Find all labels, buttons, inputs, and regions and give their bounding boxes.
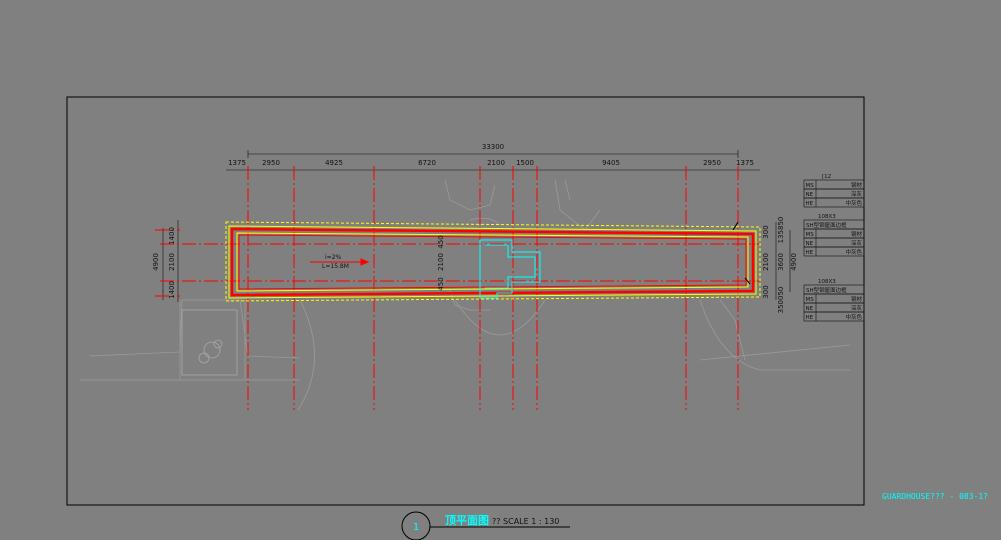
right-small-dimension: 135850: [777, 217, 785, 244]
top-dimension-label: 1375: [736, 159, 754, 167]
site-context-lines: [80, 179, 851, 411]
center-dimension: 450: [437, 235, 445, 248]
top-dimension-label: 4925: [325, 159, 343, 167]
legend-subheader: SH型钢屋面边框: [806, 221, 847, 229]
sheet-reference: GUARDHOUSE??? - 083-1?: [882, 492, 988, 501]
top-dimension-labels: 1375 2950 4925 6720 2100 1500 9405 2950 1375: [228, 159, 754, 167]
left-overall-dimension: 4900: [152, 253, 160, 271]
overall-dimension: 33300: [482, 143, 504, 151]
drawing-number: 1: [413, 522, 419, 533]
legend-value: 中灰色: [845, 248, 862, 256]
right-overall-dimension: 4900: [790, 253, 798, 271]
legend-value: 钢材: [851, 230, 863, 238]
legend-tables: [12MS 钢材NE 深灰HE 中灰色108X3SH型钢屋面边框MS 钢材NE 深灰HE 中…: [803, 174, 865, 322]
legend-table: 108X3SH型钢屋面边框 MS 钢材 NE 深灰 HE 中灰色: [803, 214, 865, 257]
legend-code: HE: [806, 250, 814, 256]
slope-length-label: L=15.8M: [322, 263, 349, 270]
right-dimension-segment: 300: [762, 225, 770, 238]
right-dimension-segment: 300: [762, 285, 770, 298]
right-small-dimension: 350050: [777, 287, 785, 314]
right-overall-dimension: 3600: [777, 253, 785, 271]
legend-value: 深灰: [851, 239, 863, 247]
legend-code: NE: [806, 306, 814, 312]
top-dimension-label: 2950: [703, 159, 721, 167]
roof-plan-drawing: i=2% L=15.8M 33300 1375 2950 4925 6720 2100 1…: [66, 96, 988, 540]
legend-value: 钢材: [851, 295, 863, 303]
left-dimension-segment: 1400: [168, 281, 176, 299]
top-dimension-label: 1500: [516, 159, 534, 167]
legend-value: 中灰色: [845, 199, 862, 207]
top-dimension-label: 2100: [487, 159, 505, 167]
top-dimension-label: 9405: [602, 159, 620, 167]
legend-value: 中灰色: [845, 313, 862, 321]
legend-code: NE: [806, 241, 814, 247]
tree-symbol-icon: [181, 309, 238, 376]
left-dimension-segment: 2100: [168, 253, 176, 271]
top-dimension-label: 6720: [418, 159, 436, 167]
legend-code: MS: [806, 232, 815, 238]
top-dimension-label: 2950: [262, 159, 280, 167]
legend-value: 钢材: [851, 181, 863, 189]
right-dimension-segment: 2100: [762, 253, 770, 271]
legend-header: [12: [822, 174, 831, 180]
left-dimension-segment: 1400: [168, 227, 176, 245]
drawing-title: 顶平面图: [445, 514, 489, 527]
drawing-scale: ?? SCALE 1 : 130: [492, 517, 559, 526]
center-dimension: 450: [437, 277, 445, 290]
legend-value: 深灰: [851, 304, 863, 312]
legend-table: 108X3SH型钢屋面边框 MS 钢材 NE 深灰 HE 中灰色: [803, 279, 865, 322]
legend-code: MS: [806, 183, 815, 189]
legend-header: 108X3: [818, 279, 836, 285]
legend-value: 深灰: [851, 190, 863, 198]
roof-outline: [225, 221, 761, 302]
legend-code: NE: [806, 192, 814, 198]
legend-code: HE: [806, 315, 814, 321]
legend-table: [12 MS 钢材 NE 深灰 HE 中灰色: [803, 174, 865, 208]
center-dimension: 2100: [437, 253, 445, 271]
legend-header: 108X3: [818, 214, 836, 220]
legend-code: MS: [806, 297, 815, 303]
legend-subheader: SH型钢屋面边框: [806, 286, 847, 294]
top-dimension-label: 1375: [228, 159, 246, 167]
slope-label: i=2%: [325, 254, 342, 261]
legend-code: HE: [806, 201, 814, 207]
